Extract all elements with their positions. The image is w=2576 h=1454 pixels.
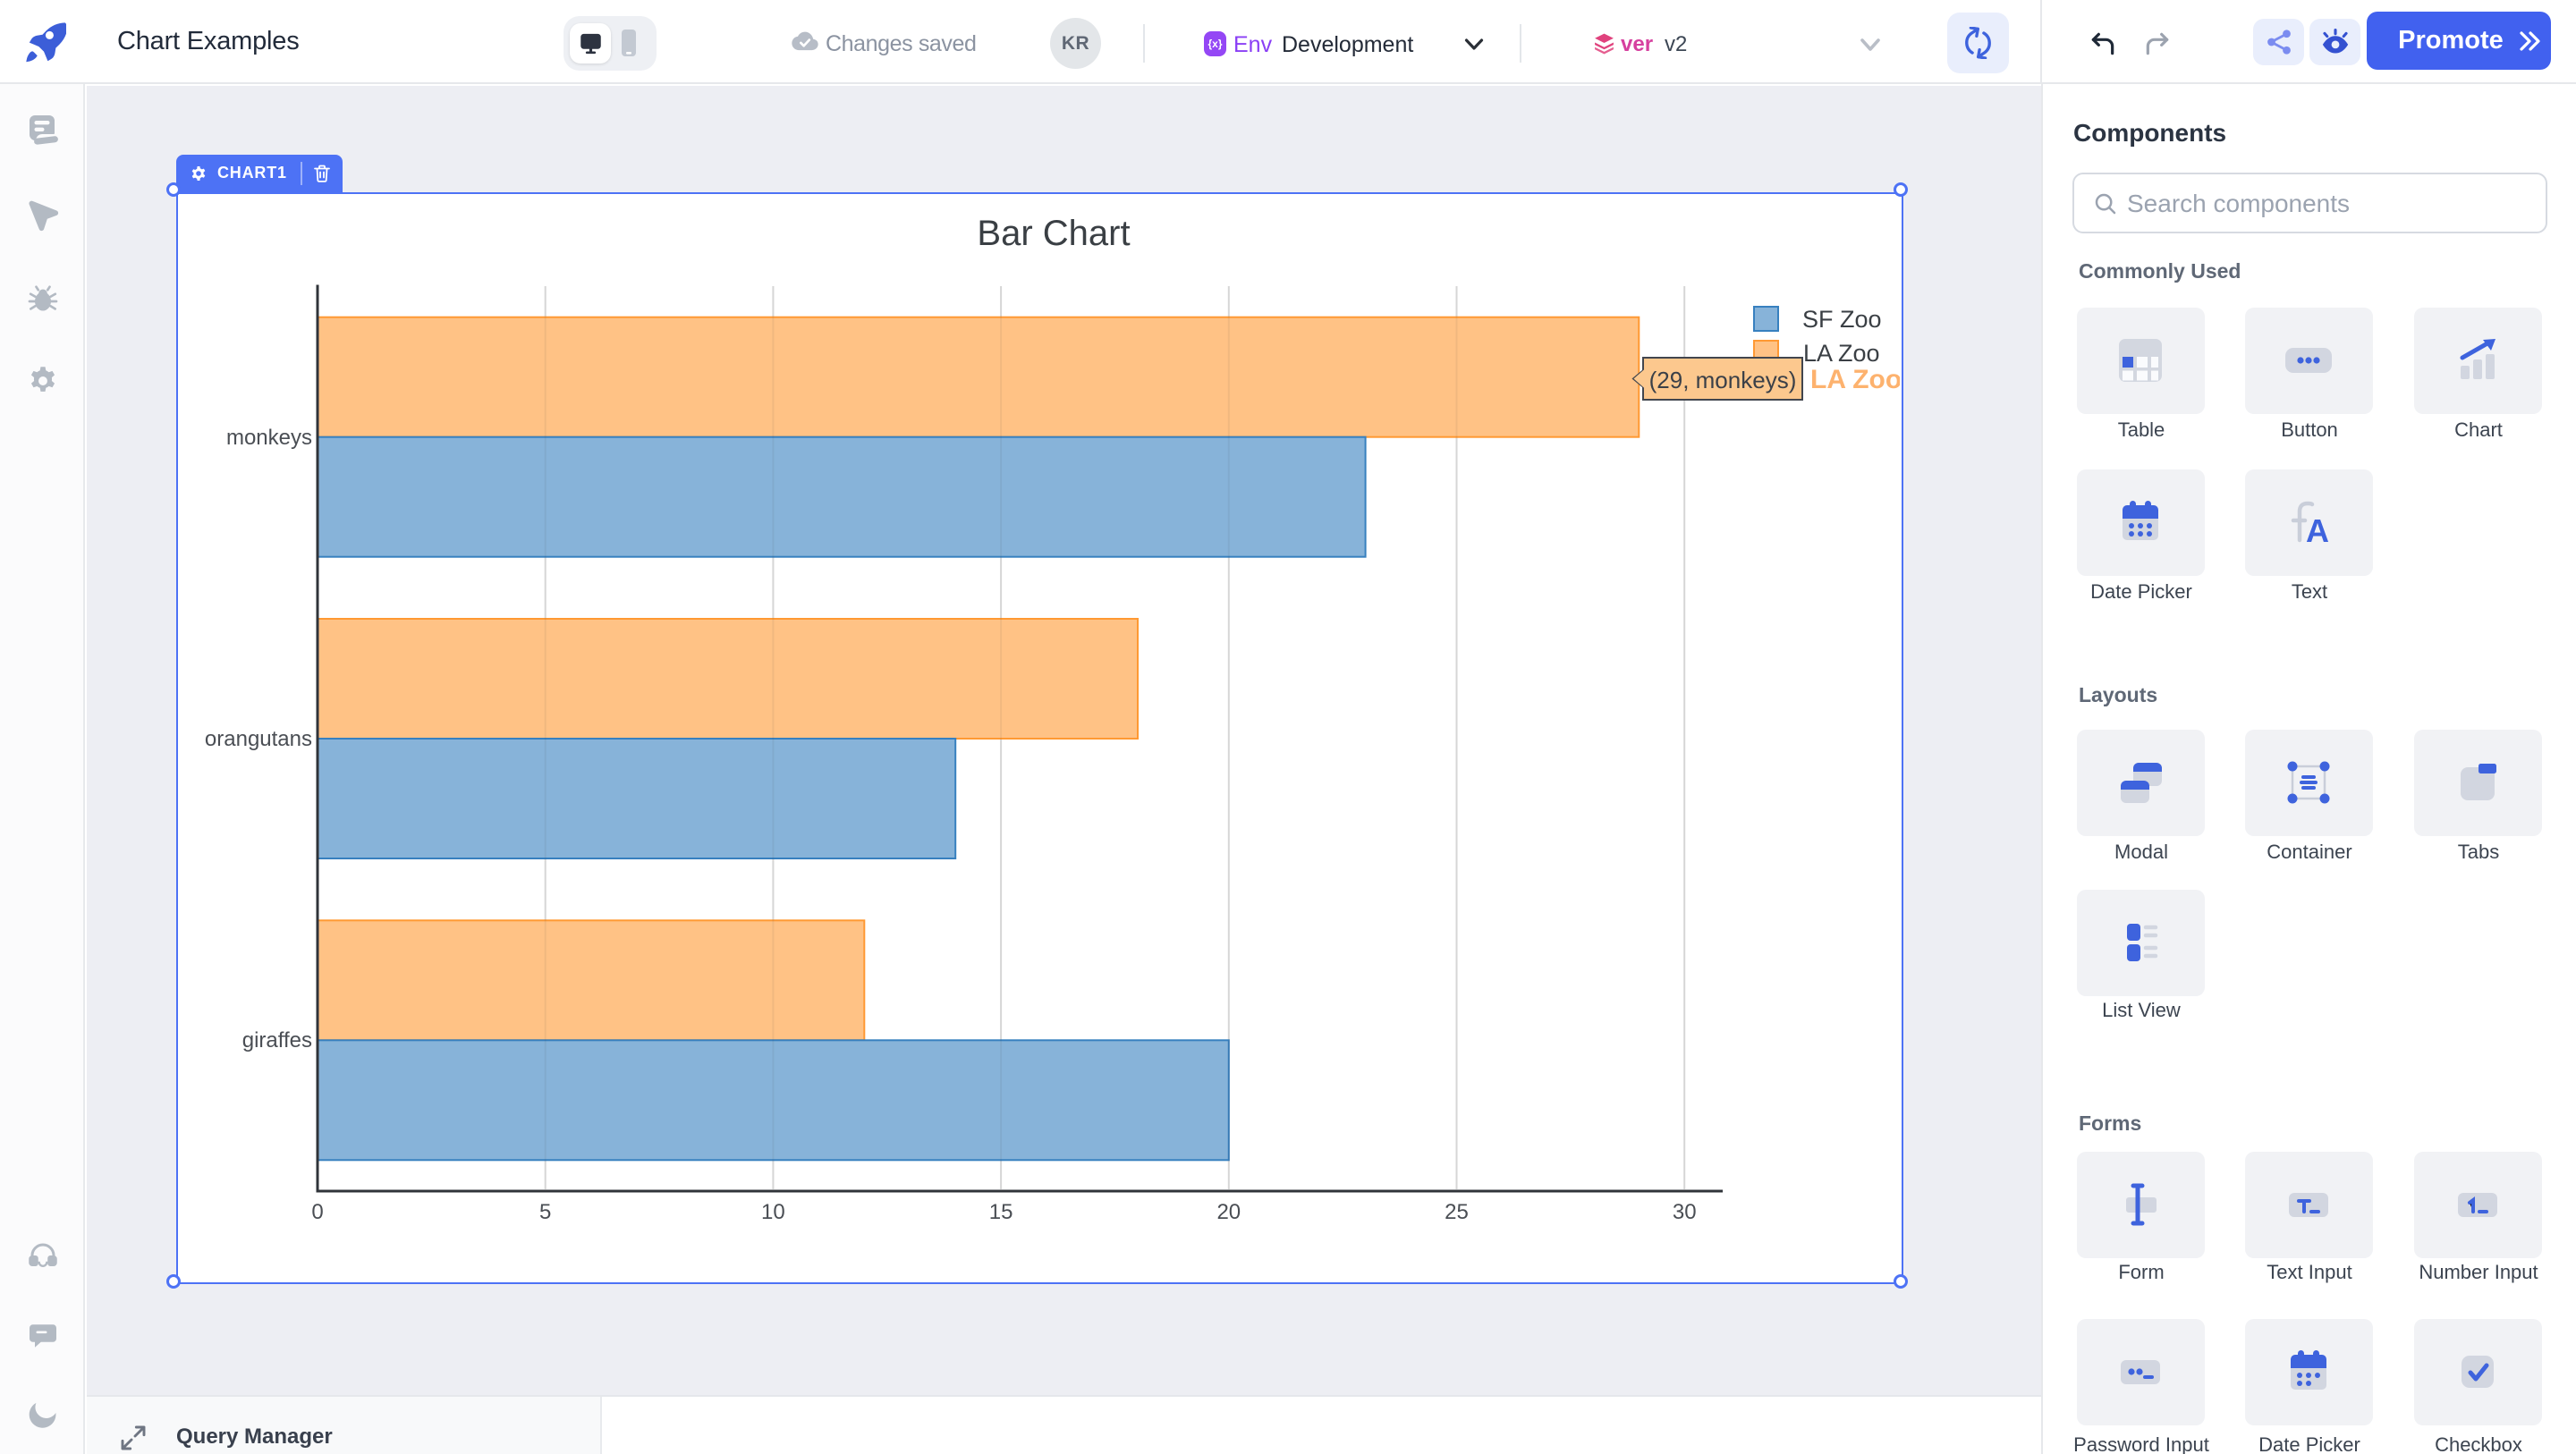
svg-text:LA Zoo: LA Zoo [1810, 365, 1900, 394]
svg-text:monkeys: monkeys [226, 426, 312, 450]
svg-text:LA Zoo: LA Zoo [1803, 340, 1880, 367]
svg-text:30: 30 [1673, 1200, 1697, 1224]
svg-text:Bar Chart: Bar Chart [977, 214, 1130, 253]
svg-text:25: 25 [1445, 1200, 1469, 1224]
svg-text:SF Zoo: SF Zoo [1802, 306, 1882, 333]
svg-text:orangutans: orangutans [205, 727, 312, 751]
svg-text:(29, monkeys): (29, monkeys) [1649, 367, 1797, 393]
svg-text:0: 0 [311, 1200, 323, 1224]
svg-text:giraffes: giraffes [242, 1028, 312, 1052]
svg-text:A: A [2306, 512, 2329, 549]
svg-text:20: 20 [1216, 1200, 1241, 1224]
svg-text:15: 15 [989, 1200, 1013, 1224]
svg-text:10: 10 [761, 1200, 785, 1224]
svg-text:5: 5 [539, 1200, 551, 1224]
